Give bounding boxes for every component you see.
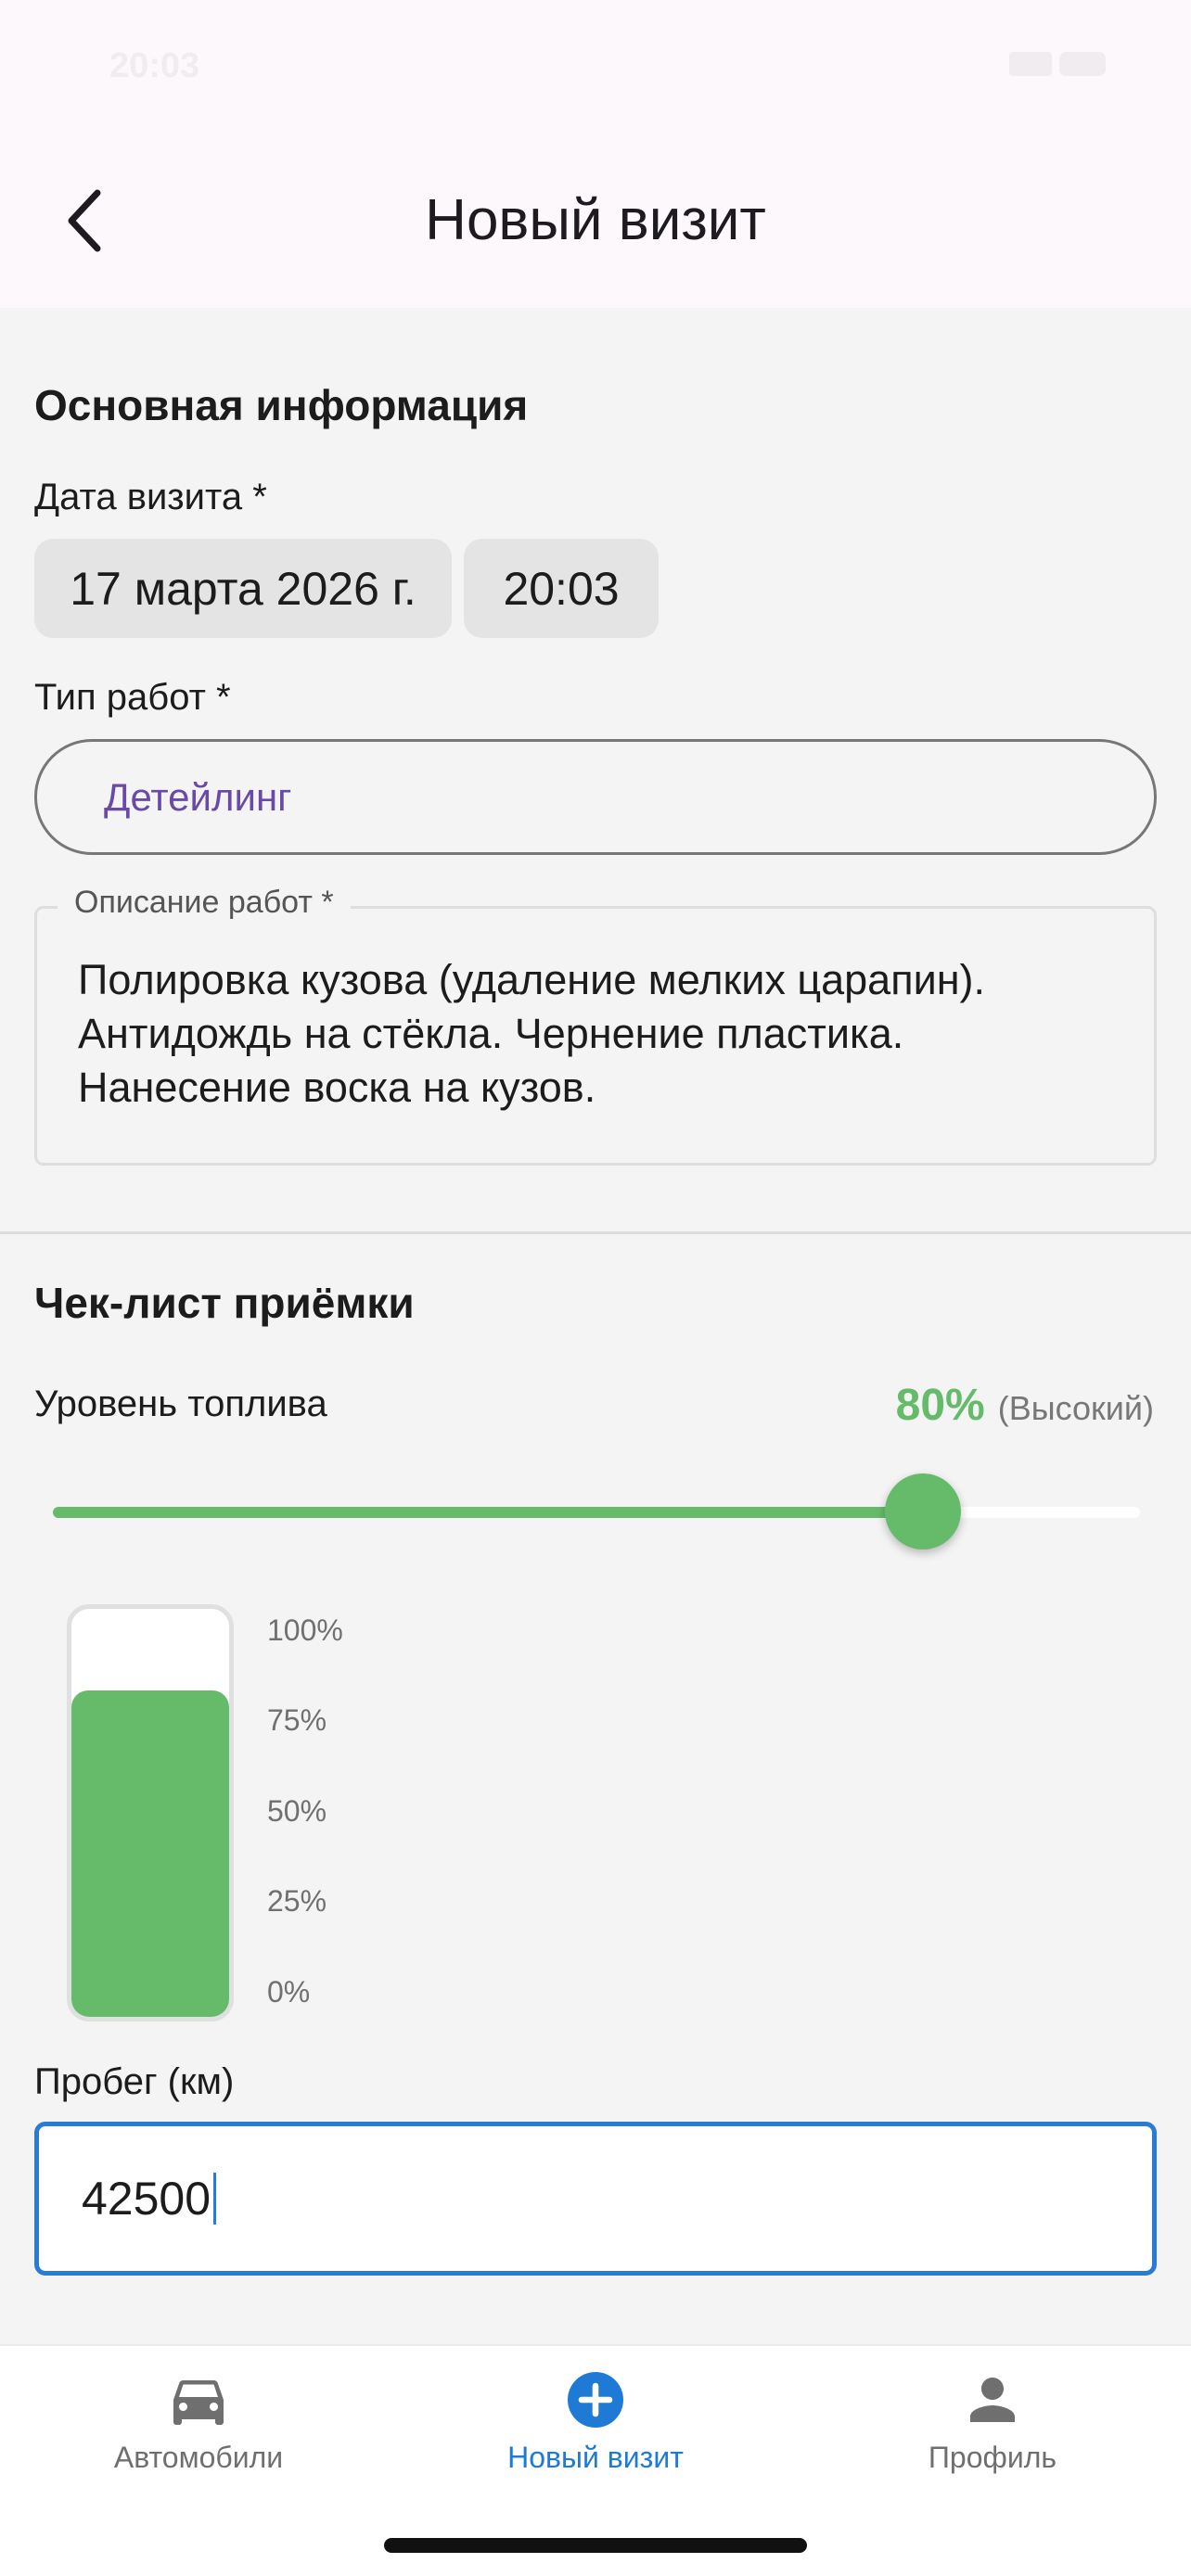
fuel-slider-fill <box>53 1507 923 1518</box>
fuel-gauge-fill <box>71 1690 229 2017</box>
fuel-slider-thumb[interactable] <box>884 1473 961 1549</box>
status-time: 20:03 <box>109 46 200 85</box>
description-line: Полировка кузова (удаление мелких царапи… <box>78 956 986 1003</box>
mileage-value: 42500 <box>82 2173 211 2225</box>
checklist-title: Чек-лист приёмки <box>34 1279 415 1327</box>
tab-profile[interactable]: Профиль <box>794 2366 1191 2475</box>
visit-time-picker[interactable]: 20:03 <box>464 539 659 638</box>
work-type-label: Тип работ * <box>34 677 231 718</box>
visit-date-picker[interactable]: 17 марта 2026 г. <box>34 539 452 638</box>
gauge-tick-label: 25% <box>267 1884 327 1918</box>
work-type-select[interactable]: Детейлинг <box>34 739 1157 855</box>
home-indicator <box>384 2538 807 2553</box>
battery-icon <box>1059 52 1106 76</box>
tab-label: Профиль <box>928 2441 1057 2474</box>
fuel-level-readout: 80% (Высокий) <box>896 1380 1154 1431</box>
add-circle-icon <box>568 2372 623 2428</box>
tab-new-visit[interactable]: Новый визит <box>397 2366 794 2475</box>
basic-info-title: Основная информация <box>34 381 529 429</box>
description-line: Нанесение воска на кузов. <box>78 1064 596 1111</box>
fuel-level-text: (Высокий) <box>997 1389 1154 1427</box>
tab-cars[interactable]: Автомобили <box>0 2366 397 2475</box>
mileage-input[interactable]: 42500 <box>34 2122 1157 2276</box>
status-bar: 20:03 <box>0 0 1191 130</box>
work-type-value: Детейлинг <box>104 774 292 819</box>
fuel-slider[interactable] <box>53 1473 1140 1549</box>
gauge-tick-label: 75% <box>267 1703 327 1737</box>
visit-date-label: Дата визита * <box>34 477 267 517</box>
fuel-percent: 80% <box>895 1381 985 1430</box>
fuel-level-label: Уровень топлива <box>34 1384 327 1424</box>
gauge-tick-label: 100% <box>267 1613 343 1647</box>
description-line: Антидождь на стёкла. Чернение пластика. <box>78 1010 904 1057</box>
description-text[interactable]: Полировка кузова (удаление мелких царапи… <box>78 953 1135 1115</box>
person-icon <box>970 2378 1015 2422</box>
text-caret <box>213 2173 217 2225</box>
signal-icon <box>1009 52 1052 76</box>
tab-label: Автомобили <box>113 2441 284 2474</box>
gauge-tick-label: 50% <box>267 1794 327 1828</box>
fuel-gauge <box>67 1604 234 2021</box>
section-divider <box>0 1231 1191 1234</box>
app-header: Новый визит <box>0 130 1191 308</box>
gauge-tick-label: 0% <box>267 1975 311 2009</box>
mileage-label: Пробег (км) <box>34 2061 235 2102</box>
description-label: Описание работ * <box>58 885 351 921</box>
tab-label: Новый визит <box>507 2441 684 2474</box>
car-icon <box>173 2380 224 2425</box>
page-title: Новый визит <box>425 188 766 252</box>
new-visit-screen: 20:03 Новый визит Основная информация Да… <box>0 0 1191 2576</box>
